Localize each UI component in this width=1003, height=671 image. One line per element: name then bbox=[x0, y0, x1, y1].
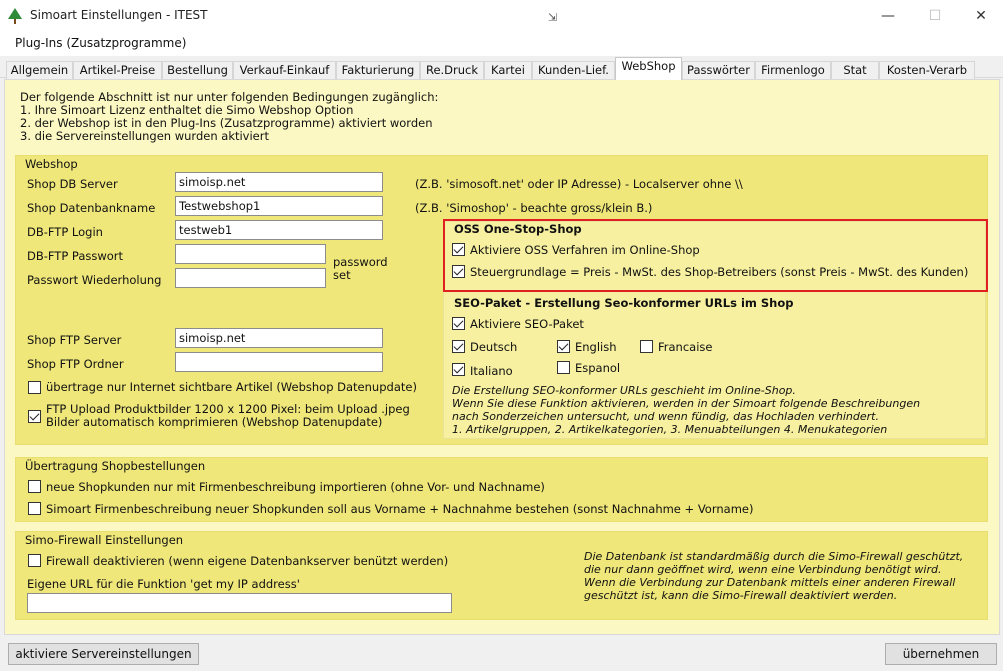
seo-activate-checkbox[interactable] bbox=[452, 317, 465, 330]
tab-verkauf-einkauf[interactable]: Verkauf-Einkauf bbox=[233, 61, 336, 79]
only-visible-checkbox[interactable] bbox=[28, 381, 41, 394]
tab-artikel-preise[interactable]: Artikel-Preise bbox=[73, 61, 162, 79]
ftp-upload-label: FTP Upload Produktbilder 1200 x 1200 Pix… bbox=[46, 403, 410, 429]
seo-info-line: 1. Artikelgruppen, 2. Artikelkategorien,… bbox=[452, 423, 888, 436]
ftp-password-input[interactable] bbox=[175, 244, 326, 264]
seo-deutsch-checkbox[interactable] bbox=[452, 340, 465, 353]
tab-kosten-verarb[interactable]: Kosten-Verarb bbox=[879, 61, 975, 79]
seo-italiano-label: Italiano bbox=[470, 364, 513, 378]
seo-english-checkbox[interactable] bbox=[557, 340, 570, 353]
tab-kunden-lief[interactable]: Kunden-Lief. bbox=[532, 61, 615, 79]
close-button[interactable]: ✕ bbox=[958, 0, 1003, 32]
intro-text: Der folgende Abschnitt ist nur unter fol… bbox=[20, 91, 438, 143]
firewall-url-input[interactable] bbox=[27, 593, 452, 613]
tab-stat[interactable]: Stat bbox=[831, 61, 879, 79]
seo-activate-label: Aktiviere SEO-Paket bbox=[470, 317, 584, 331]
db-name-label: Shop Datenbankname bbox=[27, 201, 156, 215]
maximize-button[interactable]: ☐ bbox=[912, 0, 958, 32]
seo-deutsch-label: Deutsch bbox=[470, 340, 518, 354]
seo-italiano-checkbox[interactable] bbox=[452, 363, 465, 376]
db-server-hint: (Z.B. 'simosoft.net' oder IP Adresse) - … bbox=[415, 177, 743, 191]
ftp-password-label: DB-FTP Passwort bbox=[27, 249, 124, 263]
seo-english-label: English bbox=[575, 340, 617, 354]
firewall-disable-checkbox[interactable] bbox=[28, 554, 41, 567]
oss-title: OSS One-Stop-Shop bbox=[454, 222, 582, 236]
firewall-url-label: Eigene URL für die Funktion 'get my IP a… bbox=[27, 577, 300, 591]
tab-firmenlogo[interactable]: Firmenlogo bbox=[755, 61, 831, 79]
transfer-group-title: Übertragung Shopbestellungen bbox=[25, 459, 206, 473]
firewall-info-line: Wenn die Verbindung zur Datenbank mittel… bbox=[584, 576, 956, 589]
ftp-folder-input[interactable] bbox=[175, 352, 383, 372]
seo-espanol-checkbox[interactable] bbox=[557, 361, 570, 374]
menu-plugins[interactable]: Plug-Ins (Zusatzprogramme) bbox=[15, 36, 186, 50]
seo-title: SEO-Paket - Erstellung Seo-konformer URL… bbox=[454, 296, 794, 310]
minimize-button[interactable]: — bbox=[865, 0, 911, 32]
seo-info-line: Die Erstellung SEO-konformer URLs geschi… bbox=[452, 384, 796, 397]
seo-francaise-checkbox[interactable] bbox=[640, 340, 653, 353]
firewall-info-line: die nur dann geöffnet wird, wenn eine Ve… bbox=[584, 563, 942, 576]
intro-line: 3. die Servereinstellungen wurden aktivi… bbox=[20, 129, 269, 143]
seo-info: Die Erstellung SEO-konformer URLs geschi… bbox=[452, 384, 920, 436]
firewall-info-line: Die Datenbank ist standardmäßig durch di… bbox=[584, 550, 964, 563]
transfer-opt1-label: neue Shopkunden nur mit Firmenbeschreibu… bbox=[46, 480, 545, 494]
password-set-line: set bbox=[333, 268, 351, 282]
webshop-group-title: Webshop bbox=[25, 157, 78, 171]
transfer-opt2-checkbox[interactable] bbox=[28, 502, 41, 515]
tab-kartei[interactable]: Kartei bbox=[484, 61, 532, 79]
apply-button[interactable]: übernehmen bbox=[885, 643, 997, 665]
tab-allgemein[interactable]: Allgemein bbox=[6, 61, 73, 79]
seo-espanol-label: Espanol bbox=[575, 361, 621, 375]
firewall-group-title: Simo-Firewall Einstellungen bbox=[25, 533, 184, 547]
db-name-input[interactable]: Testwebshop1 bbox=[175, 196, 383, 216]
app-tree-icon bbox=[8, 8, 22, 24]
password-set-note: password set bbox=[333, 256, 388, 282]
ftp-login-input[interactable]: testweb1 bbox=[175, 220, 383, 240]
db-name-hint: (Z.B. 'Simoshop' - beachte gross/klein B… bbox=[415, 201, 653, 215]
activate-server-button[interactable]: aktiviere Servereinstellungen bbox=[8, 643, 199, 665]
ftp-folder-label: Shop FTP Ordner bbox=[27, 357, 124, 371]
firewall-disable-label: Firewall deaktivieren (wenn eigene Daten… bbox=[46, 554, 449, 568]
password-repeat-label: Passwort Wiederholung bbox=[27, 273, 162, 287]
firewall-info-line: geschützt ist, kann die Simo-Firewall de… bbox=[584, 589, 898, 602]
db-server-input[interactable]: simoisp.net bbox=[175, 172, 383, 192]
tab-re-druck[interactable]: Re.Druck bbox=[420, 61, 484, 79]
tab-bestellung[interactable]: Bestellung bbox=[162, 61, 233, 79]
oss-activate-label: Aktiviere OSS Verfahren im Online-Shop bbox=[470, 243, 700, 257]
password-repeat-input[interactable] bbox=[175, 268, 326, 288]
firewall-info: Die Datenbank ist standardmäßig durch di… bbox=[584, 550, 963, 602]
oss-activate-checkbox[interactable] bbox=[452, 243, 465, 256]
seo-francaise-label: Francaise bbox=[658, 340, 713, 354]
ftp-server-label: Shop FTP Server bbox=[27, 333, 122, 347]
transfer-opt2-label: Simoart Firmenbeschreibung neuer Shopkun… bbox=[46, 502, 754, 516]
ftp-server-input[interactable]: simoisp.net bbox=[175, 328, 383, 348]
tab-fakturierung[interactable]: Fakturierung bbox=[336, 61, 420, 79]
cursor-icon: ⇲ bbox=[548, 11, 558, 24]
only-visible-label: übertrage nur Internet sichtbare Artikel… bbox=[46, 380, 417, 394]
oss-tax-checkbox[interactable] bbox=[452, 265, 465, 278]
tab-passwoerter[interactable]: Passwörter bbox=[682, 61, 755, 79]
ftp-upload-line: Bilder automatisch komprimieren (Webshop… bbox=[46, 415, 383, 429]
ftp-login-label: DB-FTP Login bbox=[27, 225, 103, 239]
tab-webshop[interactable]: WebShop bbox=[615, 57, 682, 80]
ftp-upload-checkbox[interactable] bbox=[28, 410, 41, 423]
seo-info-line: nach Sonderzeichen untersucht, und wenn … bbox=[452, 410, 879, 423]
db-server-label: Shop DB Server bbox=[27, 177, 118, 191]
transfer-opt1-checkbox[interactable] bbox=[28, 480, 41, 493]
window-title: Simoart Einstellungen - ITEST bbox=[30, 8, 208, 22]
seo-info-line: Wenn Sie diese Funktion aktivieren, werd… bbox=[452, 397, 921, 410]
oss-tax-label: Steuergrundlage = Preis - MwSt. des Shop… bbox=[470, 265, 969, 279]
